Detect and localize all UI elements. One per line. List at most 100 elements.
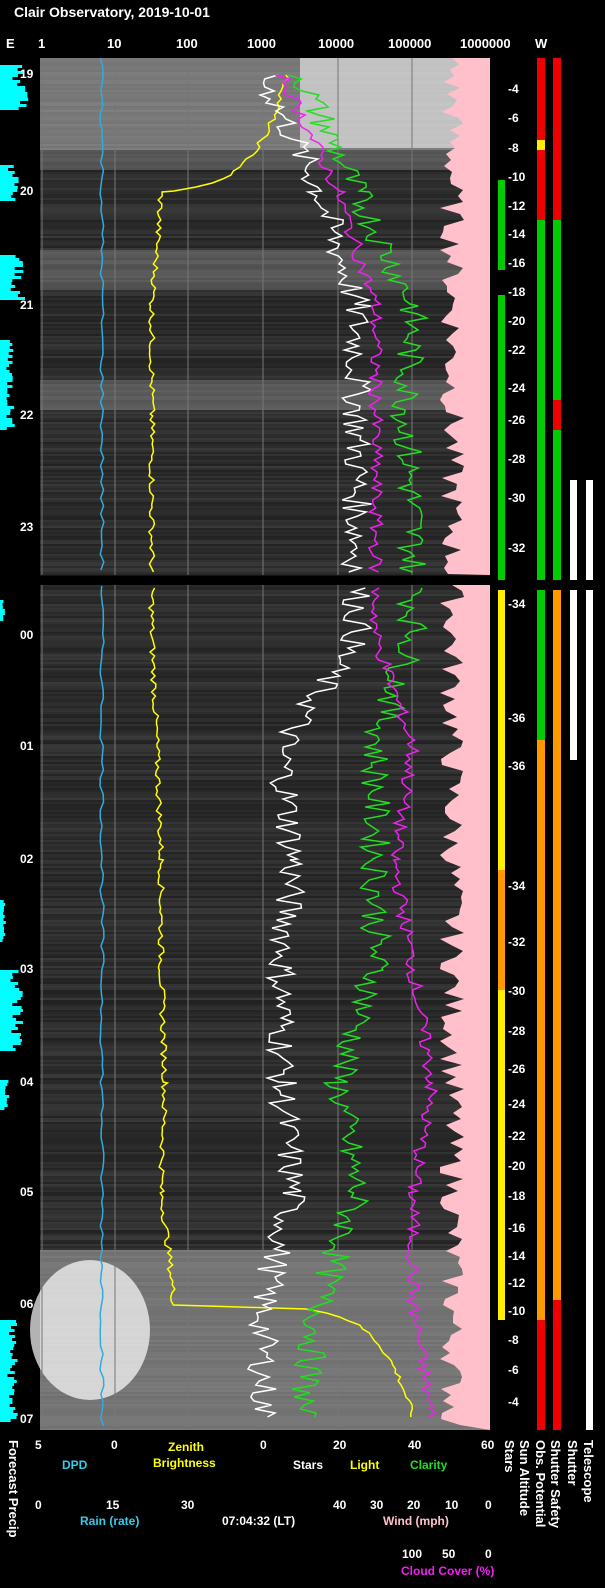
sun-tick-upper-1: -6 [508, 111, 519, 125]
sky-streak [40, 424, 490, 426]
sky-streak [40, 1208, 490, 1210]
sky-streak [40, 592, 490, 594]
precip-bar-2 [0, 279, 13, 282]
precip-bar-1 [0, 192, 13, 195]
precip-bar-5 [0, 900, 4, 903]
sky-streak [40, 568, 490, 570]
sky-streak [40, 466, 490, 468]
sky-streak [40, 212, 490, 214]
precip-bar-8 [0, 1401, 13, 1404]
sky-streak [40, 644, 490, 646]
precip-bar-3 [0, 391, 8, 394]
sky-streak [40, 340, 490, 342]
precip-bar-8 [0, 1410, 14, 1413]
sky-streak [40, 1096, 490, 1098]
sky-streak [40, 1086, 490, 1088]
sky-streak [40, 656, 490, 658]
sky-streak [40, 542, 490, 544]
precip-bar-2 [0, 282, 12, 285]
sky-streak [40, 978, 490, 980]
sky-streak [40, 456, 490, 458]
sky-streak [40, 460, 490, 462]
sky-streak [40, 888, 490, 890]
sky-streak [40, 522, 490, 524]
sky-streak [40, 234, 490, 236]
sun-tick-lower-17: -6 [508, 1363, 519, 1377]
sky-streak [40, 776, 490, 778]
sky-streak [40, 620, 490, 622]
precip-bar-2 [0, 291, 21, 294]
sky-streak [40, 730, 490, 732]
sky-streak [40, 988, 490, 990]
precip-bar-2 [0, 288, 11, 291]
rain-label: Rain (rate) [80, 1514, 140, 1528]
sky-streak [40, 704, 490, 706]
sky-streak [40, 1152, 490, 1154]
sky-streak [40, 842, 490, 844]
precip-bar-3 [0, 400, 8, 403]
wind-tick-10: 10 [445, 1498, 459, 1512]
precip-bar-3 [0, 373, 12, 376]
precip-bar-8 [0, 1353, 13, 1356]
sky-streak [40, 508, 490, 510]
precip-bar-0 [0, 95, 28, 98]
precip-bar-1 [0, 195, 12, 198]
precip-bar-6 [0, 979, 11, 982]
sky-streak [40, 996, 490, 998]
sky-streak [40, 718, 490, 720]
sky-streak [40, 196, 490, 198]
sky-streak [40, 940, 490, 942]
sky-streak [40, 910, 490, 912]
sky-streak [40, 802, 490, 804]
sky-streak [40, 756, 490, 758]
sky-streak [40, 876, 490, 878]
precip-bar-0 [0, 77, 13, 80]
rain-tick-15: 15 [106, 1498, 120, 1512]
sky-streak [40, 660, 490, 662]
hour-label-22: 22 [20, 408, 34, 422]
precip-bar-8 [0, 1416, 17, 1419]
precip-bar-2 [0, 270, 24, 273]
sky-streak [40, 694, 490, 696]
sky-streak [40, 818, 490, 820]
wind-tick-0: 0 [485, 1498, 492, 1512]
sun-tick-lower-15: -10 [508, 1304, 526, 1318]
precip-bar-3 [0, 412, 11, 415]
precip-bar-4 [0, 615, 4, 618]
sky-streak [40, 770, 490, 772]
sky-streak [40, 1092, 490, 1094]
precip-bar-4 [0, 606, 3, 609]
sky-streak [40, 692, 490, 694]
sky-streak [40, 512, 490, 514]
sky-streak [40, 896, 490, 898]
sky-streak [40, 350, 490, 352]
sky-streak [40, 208, 490, 210]
east-label: E [6, 36, 15, 51]
sky-streak [40, 1052, 490, 1054]
precip-bar-2 [0, 273, 15, 276]
precip-bar-8 [0, 1332, 10, 1335]
sky-streak [40, 724, 490, 726]
hour-label-01: 01 [20, 739, 34, 753]
sky-streak [40, 696, 490, 698]
precip-bar-1 [0, 180, 19, 183]
sky-streak [40, 1088, 490, 1090]
sky-streak [40, 1132, 490, 1134]
sun-tick-upper-13: -30 [508, 491, 526, 505]
sky-streak [40, 1042, 490, 1044]
sky-streak [40, 936, 490, 938]
sky-streak [40, 790, 490, 792]
sky-streak [40, 1068, 490, 1070]
precip-bar-8 [0, 1389, 15, 1392]
sky-streak [40, 1130, 490, 1132]
sky-streak [40, 882, 490, 884]
sky-streak [40, 596, 490, 598]
precip-bar-0 [0, 98, 29, 101]
precip-bar-0 [0, 68, 18, 71]
dawn-glow [30, 1260, 150, 1400]
precip-bar-3 [0, 409, 11, 412]
sky-streak [40, 844, 490, 846]
sky-streak [40, 954, 490, 956]
sky-streak [40, 612, 490, 614]
sky-streak [40, 428, 490, 430]
